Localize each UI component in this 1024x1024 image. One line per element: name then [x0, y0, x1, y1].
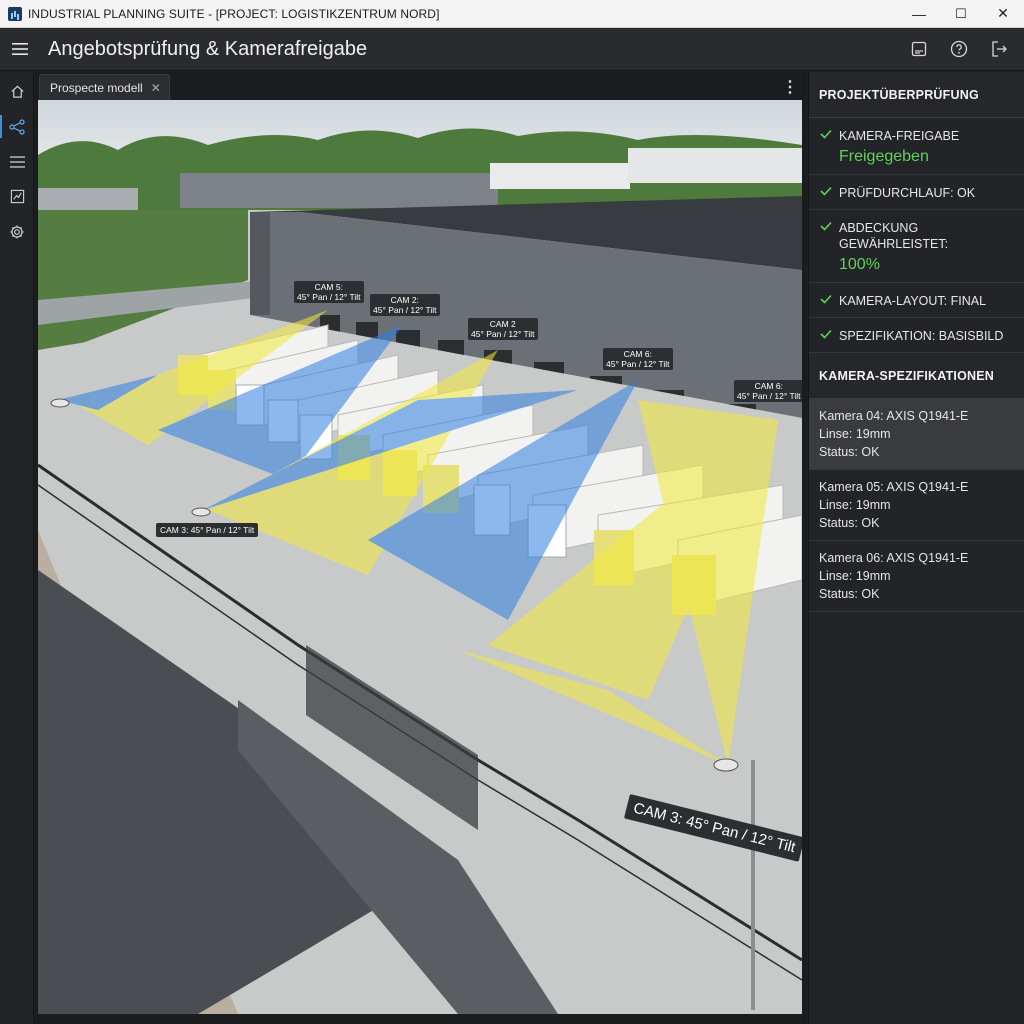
check-icon [820, 329, 832, 339]
aerial-scene [38, 100, 802, 1014]
site-render[interactable]: CAM 5: 45° Pan / 12° Tilt CAM 2: 45° Pan… [38, 100, 802, 1014]
tab-prospecte-modell[interactable]: Prospecte modell ✕ [39, 74, 170, 100]
page-title: Angebotsprüfung & Kamerafreigabe [48, 37, 368, 60]
spec-model: Kamera 06: AXIS Q1941-E [819, 551, 969, 565]
app-logo-icon [8, 6, 22, 21]
settings-icon[interactable] [0, 214, 34, 249]
check-label: PRÜFDURCHLAUF: OK [839, 186, 976, 200]
more-options-icon[interactable]: ⋮ [782, 74, 798, 100]
check-label: ABDECKUNG GEWÄHRLEISTET: [839, 221, 949, 251]
app-header: Angebotsprüfung & Kamerafreigabe [0, 28, 1024, 71]
check-value: Freigegeben [839, 148, 929, 165]
review-heading: PROJEKTÜBERPRÜFUNG [809, 72, 1024, 118]
tab-close-icon[interactable]: ✕ [151, 81, 161, 95]
check-pruefdurchlauf: PRÜFDURCHLAUF: OK [809, 175, 1024, 210]
spec-item-kamera-06[interactable]: Kamera 06: AXIS Q1941-E Linse: 19mm Stat… [809, 541, 1024, 612]
spec-item-kamera-05[interactable]: Kamera 05: AXIS Q1941-E Linse: 19mm Stat… [809, 470, 1024, 541]
check-label: SPEZIFIKATION: BASISBILD [839, 329, 1004, 343]
check-icon [820, 186, 832, 196]
help-icon[interactable] [942, 32, 976, 66]
check-icon [820, 294, 832, 304]
list-icon[interactable] [0, 144, 34, 179]
check-kamera-freigabe: KAMERA-FREIGABE Freigegeben [809, 118, 1024, 175]
chart-icon[interactable] [0, 179, 34, 214]
report-icon[interactable] [902, 32, 936, 66]
check-spezifikation: SPEZIFIKATION: BASISBILD [809, 318, 1024, 353]
camera-label[interactable]: CAM 6: 45° Pan / 12° Tilt [603, 348, 673, 370]
spec-status: Status: OK [819, 587, 880, 601]
review-panel: PROJEKTÜBERPRÜFUNG KAMERA-FREIGABE Freig… [808, 72, 1024, 1024]
logout-icon[interactable] [982, 32, 1016, 66]
spec-model: Kamera 05: AXIS Q1941-E [819, 480, 969, 494]
camera-label[interactable]: CAM 5: 45° Pan / 12° Tilt [294, 281, 364, 303]
home-icon[interactable] [0, 74, 34, 109]
window-title: INDUSTRIAL PLANNING SUITE - [PROJECT: LO… [28, 6, 440, 21]
spec-model: Kamera 04: AXIS Q1941-E [819, 409, 969, 423]
camera-label[interactable]: CAM 2 45° Pan / 12° Tilt [468, 318, 538, 340]
spec-item-kamera-04[interactable]: Kamera 04: AXIS Q1941-E Linse: 19mm Stat… [809, 399, 1024, 470]
spec-lens: Linse: 19mm [819, 427, 891, 441]
spec-status: Status: OK [819, 445, 880, 459]
camera-label[interactable]: CAM 6: 45° Pan / 12° Tilt [734, 380, 802, 402]
left-nav-rail [0, 72, 34, 1024]
maximize-button[interactable]: ☐ [940, 0, 982, 28]
check-icon [820, 129, 832, 139]
check-value: 100% [839, 256, 880, 273]
tab-label: Prospecte modell [50, 80, 143, 95]
check-icon [820, 221, 832, 231]
camera-label[interactable]: CAM 2: 45° Pan / 12° Tilt [370, 294, 440, 316]
check-label: KAMERA-FREIGABE [839, 129, 960, 143]
minimize-button[interactable]: — [898, 0, 940, 28]
spec-lens: Linse: 19mm [819, 569, 891, 583]
camera-label[interactable]: CAM 3: 45° Pan / 12° Tilt [156, 523, 259, 537]
spec-lens: Linse: 19mm [819, 498, 891, 512]
check-label: KAMERA-LAYOUT: FINAL [839, 294, 987, 308]
window-titlebar: INDUSTRIAL PLANNING SUITE - [PROJECT: LO… [0, 0, 1024, 28]
close-window-button[interactable]: ✕ [982, 0, 1024, 28]
share-nodes-icon[interactable] [0, 109, 34, 144]
hamburger-menu-icon[interactable] [0, 28, 40, 71]
specs-heading: KAMERA-SPEZIFIKATIONEN [809, 353, 1024, 399]
spec-status: Status: OK [819, 516, 880, 530]
check-abdeckung: ABDECKUNG GEWÄHRLEISTET: 100% [809, 210, 1024, 283]
model-viewport: Prospecte modell ✕ ⋮ CAM 5: 45° Pan / 12… [35, 72, 807, 1024]
check-kamera-layout: KAMERA-LAYOUT: FINAL [809, 283, 1024, 318]
